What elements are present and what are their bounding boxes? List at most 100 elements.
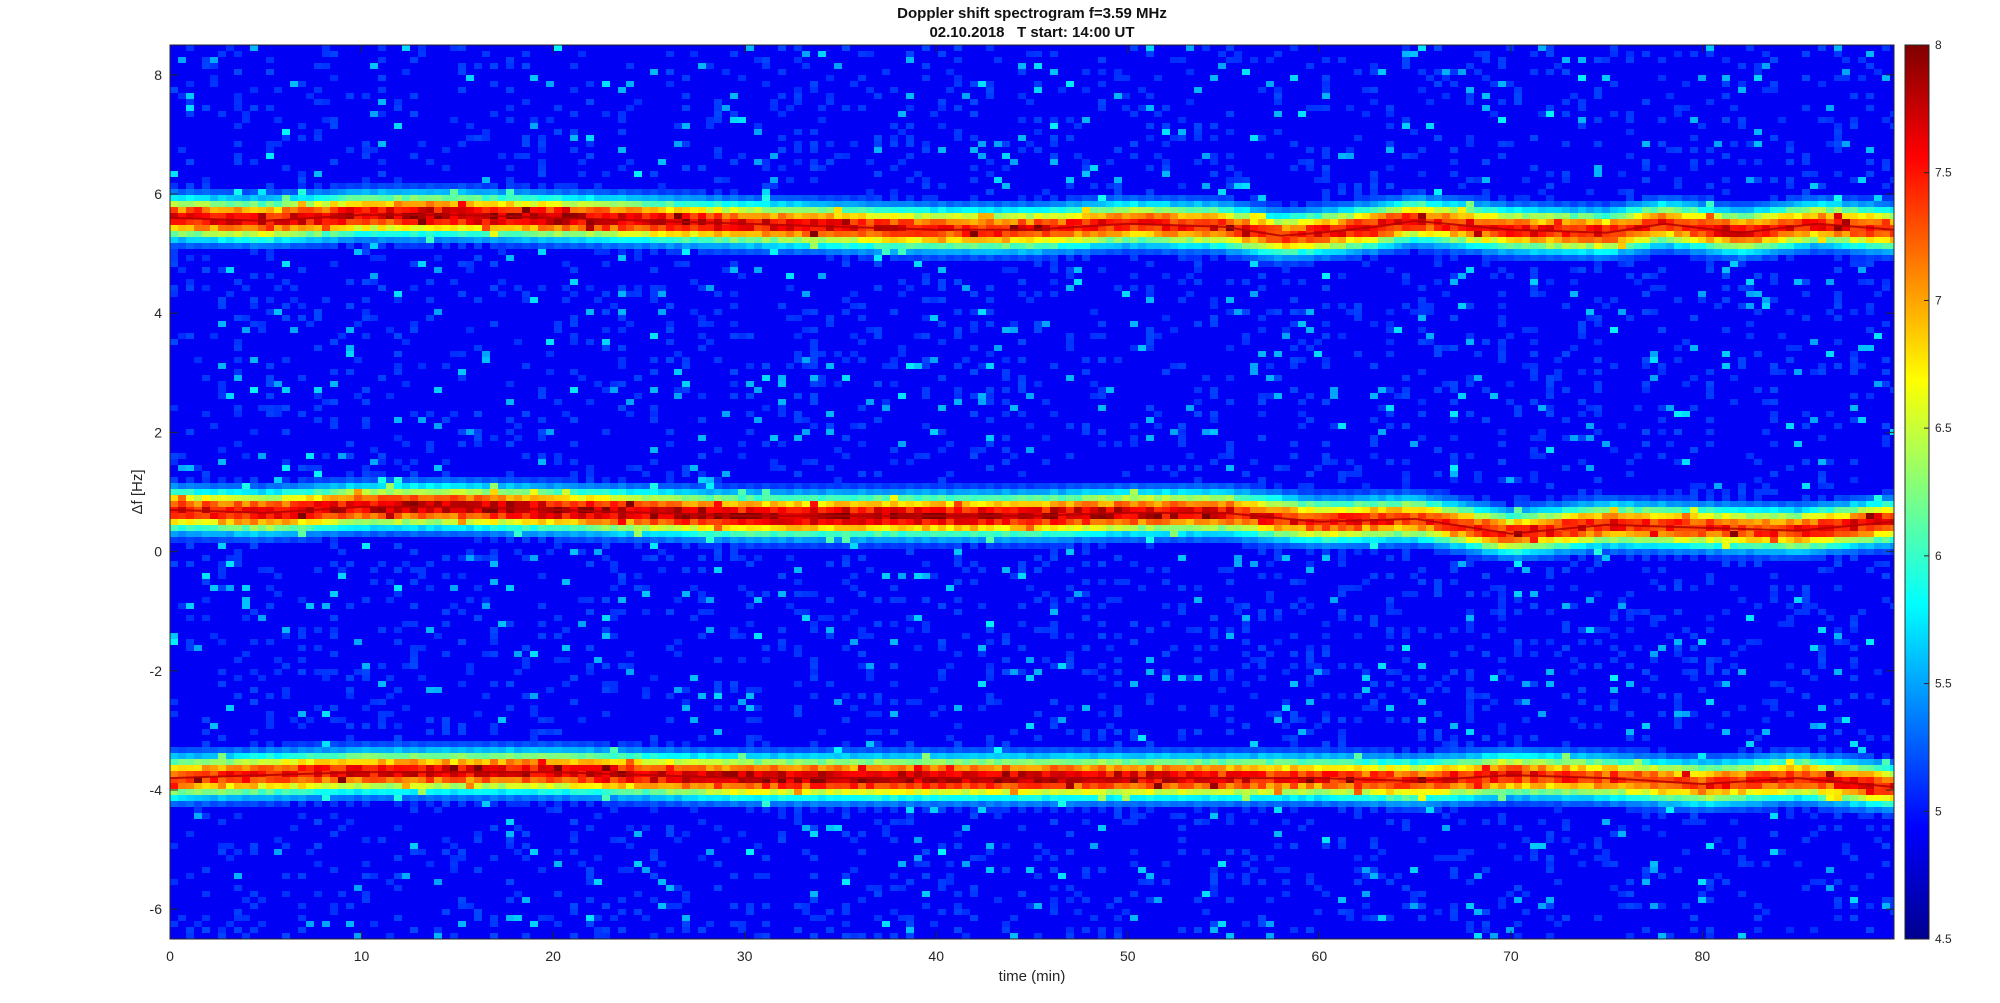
spectrogram-cell <box>482 177 490 183</box>
spectrogram-cell <box>754 705 762 711</box>
spectrogram-cell <box>562 183 570 189</box>
spectrogram-cell <box>338 789 346 795</box>
spectrogram-cell <box>738 555 746 561</box>
spectrogram-cell <box>306 201 314 207</box>
spectrogram-cell <box>730 249 738 255</box>
spectrogram-cell <box>898 771 906 777</box>
spectrogram-cell <box>586 795 594 801</box>
spectrogram-cell <box>490 81 498 87</box>
spectrogram-cell <box>826 531 834 537</box>
spectrogram-cell <box>914 783 922 789</box>
spectrogram-cell <box>810 831 818 837</box>
spectrogram-cell <box>586 471 594 477</box>
spectrogram-cell <box>426 777 434 783</box>
spectrogram-cell <box>330 201 338 207</box>
spectrogram-cell <box>602 615 610 621</box>
spectrogram-cell <box>450 513 458 519</box>
spectrogram-cell <box>530 693 538 699</box>
spectrogram-cell <box>658 483 666 489</box>
spectrogram-cell <box>290 789 298 795</box>
spectrogram-cell <box>946 231 954 237</box>
spectrogram-cell <box>746 531 754 537</box>
spectrogram-cell <box>970 453 978 459</box>
spectrogram-cell <box>170 237 178 243</box>
spectrogram-cell <box>482 519 490 525</box>
spectrogram-cell <box>770 177 778 183</box>
spectrogram-cell <box>362 141 370 147</box>
spectrogram-cell <box>578 225 586 231</box>
spectrogram-cell <box>218 819 226 825</box>
spectrogram-cell <box>194 189 202 195</box>
spectrogram-cell <box>370 489 378 495</box>
spectrogram-cell <box>874 789 882 795</box>
spectrogram-cell <box>698 195 706 201</box>
spectrogram-cell <box>602 543 610 549</box>
spectrogram-cell <box>610 687 618 693</box>
spectrogram-cell <box>906 699 914 705</box>
spectrogram-cell <box>298 195 306 201</box>
spectrogram-cell <box>490 231 498 237</box>
spectrogram-cell <box>418 573 426 579</box>
spectrogram-cell <box>626 321 634 327</box>
spectrogram-cell <box>170 537 178 543</box>
spectrogram-cell <box>914 543 922 549</box>
spectrogram-cell <box>946 861 954 867</box>
spectrogram-cell <box>778 789 786 795</box>
spectrogram-cell <box>850 351 858 357</box>
spectrogram-cell <box>178 795 186 801</box>
spectrogram-cell <box>322 243 330 249</box>
spectrogram-cell <box>810 147 818 153</box>
spectrogram-cell <box>570 699 578 705</box>
spectrogram-cell <box>754 207 762 213</box>
spectrogram-cell <box>490 225 498 231</box>
spectrogram-cell <box>178 513 186 519</box>
spectrogram-cell <box>626 537 634 543</box>
spectrogram-cell <box>250 207 258 213</box>
spectrogram-cell <box>186 105 194 111</box>
spectrogram-cell <box>506 381 514 387</box>
spectrogram-cell <box>658 765 666 771</box>
spectrogram-cell <box>386 237 394 243</box>
spectrogram-cell <box>298 915 306 921</box>
spectrogram-cell <box>882 525 890 531</box>
spectrogram-cell <box>354 513 362 519</box>
spectrogram-cell <box>450 795 458 801</box>
spectrogram-cell <box>418 645 426 651</box>
spectrogram-cell <box>410 285 418 291</box>
spectrogram-cell <box>970 519 978 525</box>
spectrogram-cell <box>858 783 866 789</box>
spectrogram-cell <box>794 99 802 105</box>
spectrogram-cell <box>778 201 786 207</box>
spectrogram-cell <box>226 783 234 789</box>
spectrogram-cell <box>490 501 498 507</box>
spectrogram-cell <box>266 201 274 207</box>
spectrogram-cell <box>866 207 874 213</box>
spectrogram-cell <box>514 741 522 747</box>
spectrogram-cell <box>778 237 786 243</box>
spectrogram-cell <box>842 783 850 789</box>
spectrogram-cell <box>226 753 234 759</box>
spectrogram-cell <box>282 483 290 489</box>
spectrogram-cell <box>394 483 402 489</box>
spectrogram-cell <box>338 189 346 195</box>
spectrogram-cell <box>346 483 354 489</box>
spectrogram-cell <box>394 783 402 789</box>
spectrogram-cell <box>306 849 314 855</box>
spectrogram-cell <box>954 927 962 933</box>
spectrogram-cell <box>834 747 842 753</box>
spectrogram-cell <box>522 759 530 765</box>
spectrogram-cell <box>930 219 938 225</box>
spectrogram-cell <box>530 501 538 507</box>
spectrogram-cell <box>266 405 274 411</box>
spectrogram-cell <box>474 909 482 915</box>
spectrogram-cell <box>554 543 562 549</box>
spectrogram-cell <box>578 525 586 531</box>
spectrogram-cell <box>930 921 938 927</box>
spectrogram-cell <box>618 357 626 363</box>
spectrogram-cell <box>618 189 626 195</box>
spectrogram-cell <box>882 543 890 549</box>
spectrogram-cell <box>954 279 962 285</box>
spectrogram-cell <box>938 669 946 675</box>
spectrogram-cell <box>194 465 202 471</box>
spectrogram-cell <box>794 813 802 819</box>
